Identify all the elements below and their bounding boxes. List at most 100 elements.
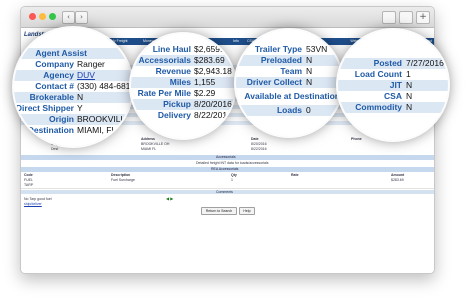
- forward-arrow-icon[interactable]: ›: [75, 11, 88, 24]
- magnifier-posting: Posted 7/27/2016 Load Count 1 JIT N CSA …: [338, 30, 448, 140]
- minimize-window-button[interactable]: [39, 13, 46, 20]
- rea-header: REA Accessorials: [21, 167, 434, 172]
- load-info-panel: Agent Assist Company Ranger Agency DUV C…: [14, 28, 132, 146]
- field-label: Line Haul: [152, 44, 191, 54]
- rea-cell: TARP: [24, 183, 34, 187]
- help-button[interactable]: Help: [239, 207, 255, 215]
- field-label: Trailer Type: [254, 44, 302, 54]
- return-to-search-button[interactable]: Return to Search: [201, 207, 237, 215]
- rea-cell: Fuel Surcharge: [111, 178, 135, 182]
- stops-cell: Dest: [51, 147, 59, 151]
- field-label: Contact #: [35, 81, 74, 91]
- field-row: Agency DUV: [14, 70, 132, 81]
- browser-titlebar: ‹ › +: [21, 7, 434, 28]
- new-tab-icon[interactable]: +: [416, 11, 430, 24]
- field-row: Destination MIAMI, FL: [14, 125, 132, 136]
- divider: [21, 188, 434, 189]
- field-value: N: [306, 66, 313, 76]
- field-label: Direct Shipper: [15, 103, 74, 113]
- rea-header-qty: Qty: [231, 173, 237, 177]
- field-label: Posted: [373, 58, 402, 68]
- field-value: N: [406, 80, 413, 90]
- field-value: Ranger: [77, 59, 105, 69]
- field-value: 0: [306, 105, 311, 115]
- comment-link[interactable]: ship/deliver: [24, 202, 42, 206]
- field-label: Loads: [276, 105, 302, 115]
- field-label: Company: [35, 59, 74, 69]
- comments-title: Comments: [216, 190, 233, 194]
- field-label: Agency: [43, 70, 74, 80]
- field-row: Pickup 8/20/2016: [131, 99, 235, 110]
- field-row: Posted 7/27/2016: [338, 58, 448, 69]
- field-label: Accessorials: [138, 55, 191, 65]
- pager-arrows[interactable]: ◀ ▶: [166, 196, 173, 201]
- field-value: $2,659.: [194, 44, 223, 54]
- rea-header-amount: Amount: [391, 173, 405, 177]
- field-row: JIT N: [338, 80, 448, 91]
- stops-cell: BROOKVILLE OH: [141, 142, 170, 146]
- tabs-icon[interactable]: [399, 11, 413, 24]
- field-row: Team N: [236, 66, 342, 77]
- stops-cell: 8/22/2016: [251, 147, 267, 151]
- field-value: N: [406, 102, 413, 112]
- field-value: N: [77, 92, 84, 102]
- comments-header: Comments: [21, 190, 434, 194]
- close-window-button[interactable]: [29, 13, 36, 20]
- rea-cell: $283.69: [391, 178, 404, 182]
- field-label: Driver Collect: [246, 77, 302, 87]
- field-label: Commodity: [355, 102, 402, 112]
- field-label: Preloaded: [260, 55, 302, 65]
- field-row: Origin BROOKVILLE: [14, 114, 132, 125]
- magnifier-load-info: Agent Assist Company Ranger Agency DUV C…: [14, 28, 132, 146]
- rea-title: REA Accessorials: [211, 167, 239, 171]
- rea-header-rate: Rate: [291, 173, 299, 177]
- rea-cell: 1: [231, 178, 233, 182]
- field-value: 53VN: [306, 44, 328, 54]
- field-row: Available at Destination: [236, 91, 342, 102]
- field-value: (330) 484-6813: [77, 81, 132, 91]
- field-value: Y: [77, 103, 83, 113]
- field-row: Accessorials $283.69: [131, 55, 235, 66]
- accessorials-note: Detailed freight INT data for loads/acce…: [196, 161, 269, 165]
- field-label: Available at Destination: [244, 91, 340, 101]
- field-row: Agent Assist: [14, 48, 132, 59]
- stops-header-date: Date: [251, 137, 259, 141]
- field-row: Contact # (330) 484-6813: [14, 81, 132, 92]
- field-value: BROOKVILLE: [77, 114, 131, 124]
- comment-line-1: No Tarp good fuel: [24, 197, 52, 201]
- stops-cell: 8/20/2016: [251, 142, 267, 146]
- field-row: CSA N: [338, 91, 448, 102]
- field-label: Delivery: [157, 110, 191, 120]
- field-value: MIAMI, FL: [77, 125, 117, 135]
- field-value: $2.29: [194, 88, 216, 98]
- field-value: 7/27/2016: [406, 58, 444, 68]
- field-row: Preloaded N: [236, 55, 342, 66]
- field-row: Line Haul $2,659.: [131, 44, 235, 55]
- field-row: Brokerable N: [14, 92, 132, 103]
- field-value: 1,155: [194, 77, 216, 87]
- field-value: N: [306, 55, 313, 65]
- stops-cell: MIAMI FL: [141, 147, 157, 151]
- field-row: Driver Collect N: [236, 77, 342, 88]
- back-arrow-icon[interactable]: ‹: [62, 11, 75, 24]
- field-label: Miles: [169, 77, 191, 87]
- field-value: 8/20/2016: [194, 99, 232, 109]
- field-row: Direct Shipper Y: [14, 103, 132, 114]
- magnifier-rates: Line Haul $2,659. Accessorials $283.69 R…: [131, 34, 235, 138]
- agency-link[interactable]: DUV: [77, 70, 95, 81]
- field-value: $283.69: [194, 55, 225, 65]
- field-row: Loads 0: [236, 105, 342, 116]
- rea-header-code: Code: [24, 173, 33, 177]
- field-label: CSA: [384, 91, 402, 101]
- field-value: N: [306, 77, 313, 87]
- field-row: Load Count 1: [338, 69, 448, 80]
- rea-header-description: Description: [111, 173, 131, 177]
- share-icon[interactable]: [382, 11, 396, 24]
- field-row: Miles 1,155: [131, 77, 235, 88]
- field-row: Trailer Type 53VN: [236, 44, 342, 55]
- field-row: Company Ranger: [14, 59, 132, 70]
- maximize-window-button[interactable]: [49, 13, 56, 20]
- field-label: JIT: [389, 80, 402, 90]
- field-label: Agent Assist: [35, 48, 87, 58]
- accessorials-header: Accessorials: [21, 155, 434, 160]
